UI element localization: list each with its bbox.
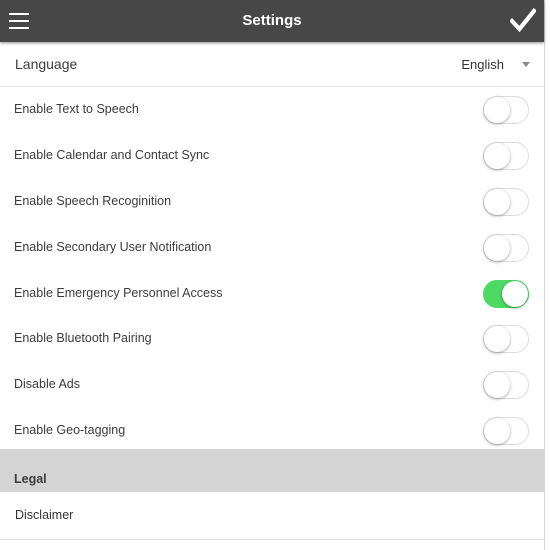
legal-section-header: Legal <box>0 449 544 492</box>
disclaimer-row[interactable]: Disclaimer <box>0 492 544 540</box>
check-icon[interactable] <box>510 8 536 32</box>
legal-section-title: Legal <box>14 472 47 486</box>
setting-toggle[interactable] <box>483 233 529 262</box>
setting-row: Enable Emergency Personnel Access <box>0 271 544 317</box>
language-label: Language <box>15 56 78 72</box>
page-title: Settings <box>242 12 302 29</box>
setting-row: Enable Text to Speech <box>0 87 544 133</box>
toggle-knob <box>484 372 510 399</box>
setting-row: Enable Calendar and Contact Sync <box>0 133 544 179</box>
setting-toggle[interactable] <box>483 371 529 400</box>
setting-row: Disable Ads <box>0 362 544 408</box>
setting-toggle[interactable] <box>483 141 529 170</box>
disclaimer-label: Disclaimer <box>15 508 74 522</box>
toggle-knob <box>484 326 510 353</box>
setting-label: Disable Ads <box>14 377 81 392</box>
toggle-knob <box>484 188 510 215</box>
settings-list: Enable Text to Speech Enable Calendar and… <box>0 87 544 454</box>
setting-label: Enable Speech Recoginition <box>14 193 172 208</box>
dropdown-arrow-icon <box>522 61 530 67</box>
setting-row: Enable Speech Recoginition <box>0 179 544 225</box>
settings-screen: Settings Language English Enable Text to… <box>0 0 545 550</box>
language-select[interactable]: English <box>461 42 530 86</box>
setting-row: Enable Geo-tagging <box>0 408 544 454</box>
setting-toggle[interactable] <box>483 187 529 216</box>
setting-toggle[interactable] <box>483 279 529 308</box>
setting-label: Enable Calendar and Contact Sync <box>14 147 210 162</box>
setting-label: Enable Secondary User Notification <box>14 239 212 254</box>
setting-label: Enable Bluetooth Pairing <box>14 331 152 346</box>
setting-row: Enable Secondary User Notification <box>0 225 544 271</box>
setting-toggle[interactable] <box>483 417 529 446</box>
toggle-knob <box>484 234 510 261</box>
setting-toggle[interactable] <box>483 325 529 354</box>
language-row: Language English <box>0 42 544 87</box>
setting-row: Enable Bluetooth Pairing <box>0 316 544 362</box>
toggle-knob <box>484 418 510 445</box>
toggle-knob <box>502 280 528 307</box>
setting-label: Enable Geo-tagging <box>14 423 126 438</box>
toggle-knob <box>484 142 510 169</box>
setting-toggle[interactable] <box>483 96 529 124</box>
toggle-knob <box>484 97 510 123</box>
setting-label: Enable Text to Speech <box>14 102 139 116</box>
setting-label: Enable Emergency Personnel Access <box>14 285 223 300</box>
language-value: English <box>461 56 504 72</box>
top-bar: Settings <box>0 0 544 42</box>
